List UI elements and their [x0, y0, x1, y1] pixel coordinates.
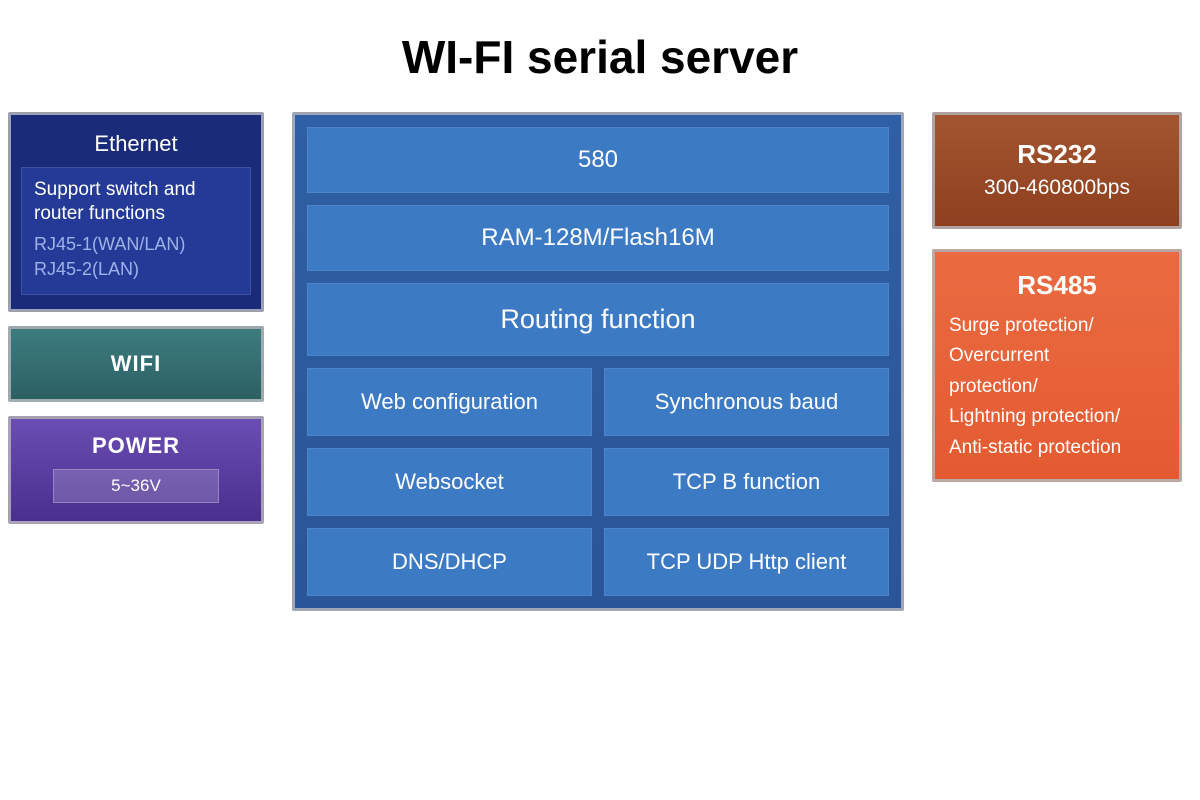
ethernet-port-2: RJ45-2(LAN) [34, 259, 238, 280]
ethernet-block: Ethernet Support switch and router funct… [8, 112, 264, 312]
rs232-spec: 300-460800bps [945, 176, 1169, 200]
core-feature-tcp-udp-http: TCP UDP Http client [604, 528, 889, 596]
rs485-block: RS485 Surge protection/ Overcurrent prot… [932, 249, 1182, 482]
page-title: WI-FI serial server [0, 0, 1200, 112]
power-title: POWER [25, 433, 247, 459]
ethernet-port-1: RJ45-1(WAN/LAN) [34, 234, 238, 255]
rs485-line: protection/ [949, 372, 1165, 402]
core-block: 580 RAM-128M/Flash16M Routing function W… [292, 112, 904, 611]
diagram-container: Ethernet Support switch and router funct… [0, 112, 1200, 611]
rs485-title: RS485 [949, 270, 1165, 301]
ethernet-desc: Support switch and router functions [34, 178, 238, 226]
core-feature-tcp-b: TCP B function [604, 448, 889, 516]
right-column: RS232 300-460800bps RS485 Surge protecti… [932, 112, 1182, 611]
rs485-line: Lightning protection/ [949, 402, 1165, 432]
center-column: 580 RAM-128M/Flash16M Routing function W… [292, 112, 904, 611]
core-feature-grid: Web configuration Synchronous baud Webso… [307, 368, 889, 596]
core-feature-web-config: Web configuration [307, 368, 592, 436]
core-feature-dns-dhcp: DNS/DHCP [307, 528, 592, 596]
rs485-line: Overcurrent [949, 341, 1165, 371]
core-feature-websocket: Websocket [307, 448, 592, 516]
wifi-block: WIFI [8, 326, 264, 402]
ethernet-title: Ethernet [21, 125, 251, 167]
rs485-line: Anti-static protection [949, 433, 1165, 463]
power-spec: 5~36V [53, 469, 220, 503]
rs232-title: RS232 [945, 139, 1169, 170]
rs485-body: Surge protection/ Overcurrent protection… [949, 311, 1165, 463]
core-feature-sync-baud: Synchronous baud [604, 368, 889, 436]
ethernet-inner: Support switch and router functions RJ45… [21, 167, 251, 295]
rs232-block: RS232 300-460800bps [932, 112, 1182, 229]
core-routing: Routing function [307, 283, 889, 356]
power-block: POWER 5~36V [8, 416, 264, 524]
left-column: Ethernet Support switch and router funct… [8, 112, 264, 611]
rs485-line: Surge protection/ [949, 311, 1165, 341]
core-chip: 580 [307, 127, 889, 193]
core-memory: RAM-128M/Flash16M [307, 205, 889, 271]
